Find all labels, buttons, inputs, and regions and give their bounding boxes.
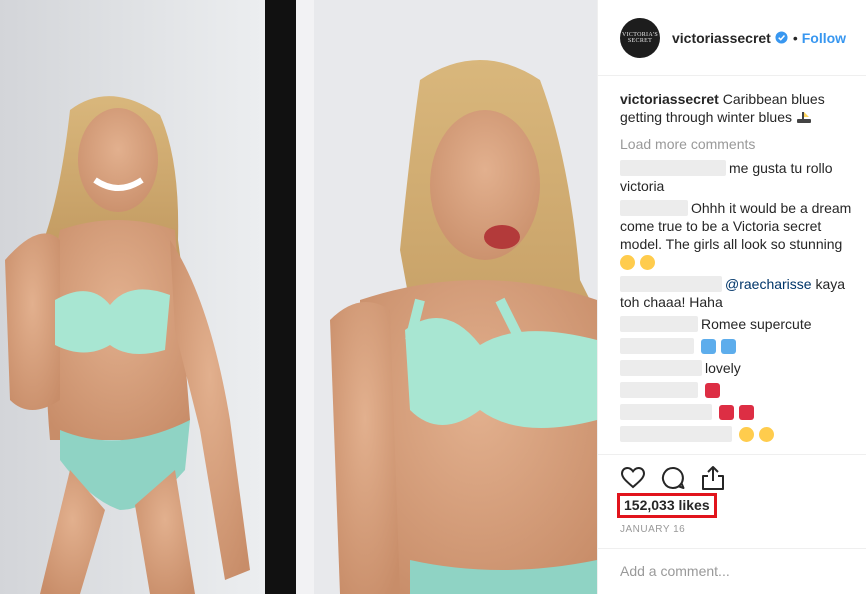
likes-count[interactable]: 152,033 likes xyxy=(617,493,717,518)
smiling-emoji-icon xyxy=(758,427,774,442)
post-header: VICTORIA'S SECRET victoriassecret • Foll… xyxy=(598,0,866,76)
heart-icon[interactable] xyxy=(620,465,646,491)
comment-item xyxy=(620,425,861,443)
comment-item: @raecharisse kaya toh chaaa! Haha xyxy=(620,275,861,311)
load-more-comments[interactable]: Load more comments xyxy=(620,135,861,153)
avatar-logo-line2: SECRET xyxy=(627,37,653,44)
sparkling-heart-emoji-icon xyxy=(738,405,754,420)
redacted-username xyxy=(620,316,698,332)
follow-separator: • xyxy=(792,29,798,46)
add-comment-bar xyxy=(598,548,866,594)
header-username[interactable]: victoriassecret xyxy=(672,30,771,46)
heart-eyes-emoji-icon xyxy=(639,255,655,270)
red-heart-emoji-icon xyxy=(704,383,720,398)
redacted-username xyxy=(620,338,694,354)
comment-mention[interactable]: @raecharisse xyxy=(725,276,812,292)
verified-badge-icon xyxy=(775,31,788,44)
blue-heart-emoji-icon xyxy=(700,339,716,354)
comment-item: lovely xyxy=(620,359,861,377)
instagram-post: VICTORIA'S SECRET victoriassecret • Foll… xyxy=(0,0,866,594)
blue-heart-emoji-icon xyxy=(720,339,736,354)
smiling-emoji-icon xyxy=(738,427,754,442)
comment-text: lovely xyxy=(705,360,741,376)
comment-item: Romee supercute xyxy=(620,315,861,333)
comment-text: Romee supercute xyxy=(701,316,812,332)
comment-item: Ohhh it would be a dream come true to be… xyxy=(620,199,861,271)
rowboat-emoji-icon xyxy=(796,112,811,123)
caption: victoriassecret Caribbean blues getting … xyxy=(620,90,861,126)
sparkling-heart-emoji-icon xyxy=(718,405,734,420)
photo-collage xyxy=(0,0,597,594)
comment-item xyxy=(620,337,861,355)
avatar[interactable]: VICTORIA'S SECRET xyxy=(620,17,660,58)
post-side-panel: VICTORIA'S SECRET victoriassecret • Foll… xyxy=(597,0,866,594)
follow-button[interactable]: Follow xyxy=(802,30,846,46)
redacted-username xyxy=(620,200,688,216)
redacted-username xyxy=(620,360,702,376)
speech-bubble-icon[interactable] xyxy=(660,465,686,491)
share-icon[interactable] xyxy=(700,465,726,491)
comment-item xyxy=(620,381,861,399)
comment-item xyxy=(620,403,861,421)
action-icons xyxy=(620,463,740,493)
redacted-username xyxy=(620,382,698,398)
post-photo[interactable] xyxy=(0,0,597,594)
post-date[interactable]: JANUARY 16 xyxy=(620,524,685,535)
heart-eyes-emoji-icon xyxy=(620,255,635,270)
redacted-username xyxy=(620,276,722,292)
comment-item: me gusta tu rollo victoria xyxy=(620,159,861,195)
redacted-username xyxy=(620,160,726,176)
add-comment-input[interactable] xyxy=(620,563,850,579)
caption-username[interactable]: victoriassecret xyxy=(620,91,719,107)
comments-list[interactable]: victoriassecret Caribbean blues getting … xyxy=(598,78,866,454)
redacted-username xyxy=(620,404,712,420)
redacted-username xyxy=(620,426,732,442)
